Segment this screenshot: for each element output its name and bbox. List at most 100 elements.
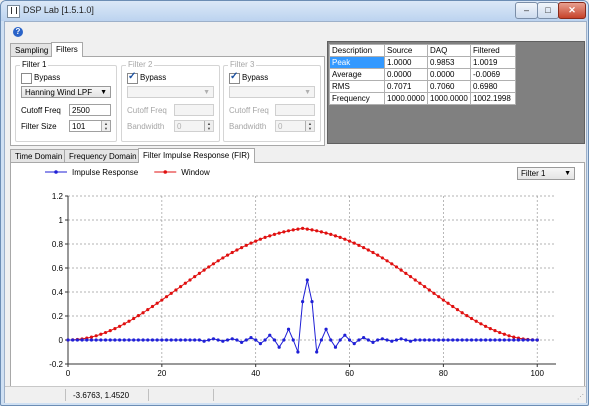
data-point xyxy=(188,338,192,342)
table-cell[interactable]: 0.0000 xyxy=(427,68,471,81)
data-point xyxy=(338,338,342,342)
filter1-size-stepper[interactable]: 101 ▲ ▼ xyxy=(69,120,111,132)
tab-time-domain[interactable]: Time Domain xyxy=(10,149,68,163)
data-point xyxy=(338,235,342,239)
table-row[interactable]: RMS 0.7071 0.7060 0.6980 xyxy=(329,80,516,93)
tab-filter-impulse-response[interactable]: Filter Impulse Response (FIR) xyxy=(138,148,255,163)
table-cell[interactable]: 1.0019 xyxy=(470,56,516,69)
data-point xyxy=(418,281,422,285)
table-cell[interactable]: Average xyxy=(329,68,385,81)
table-cell[interactable]: 1000.0000 xyxy=(427,92,471,105)
table-cell[interactable]: 0.7060 xyxy=(427,80,471,93)
filter2-type-select[interactable]: ▼ xyxy=(127,86,214,98)
legend-label: Window xyxy=(181,168,210,177)
filter3-bandwidth-value: 0 xyxy=(278,122,283,131)
data-point xyxy=(160,298,164,302)
table-cell[interactable]: 0.9853 xyxy=(427,56,471,69)
x-tick-label: 80 xyxy=(439,369,448,378)
filter3-bypass-checkbox[interactable] xyxy=(229,71,240,84)
data-point xyxy=(202,268,206,272)
data-point xyxy=(329,232,333,236)
stats-table[interactable]: Description Source DAQ Filtered Peak 1.0… xyxy=(329,44,516,105)
table-row[interactable]: Frequency 1000.0000 1000.0000 1002.1998 xyxy=(329,92,516,105)
data-point xyxy=(75,338,79,342)
tab-frequency-domain[interactable]: Frequency Domain xyxy=(64,149,142,163)
data-point xyxy=(202,339,206,343)
data-point xyxy=(282,230,286,234)
data-point xyxy=(94,338,98,342)
spin-arrows-icon[interactable]: ▲ ▼ xyxy=(305,121,314,131)
table-cell[interactable]: 1.0000 xyxy=(384,56,428,69)
data-point xyxy=(305,278,309,282)
table-cell[interactable]: -0.0069 xyxy=(470,68,516,81)
filter2-cutoff-label: Cutoff Freq xyxy=(127,106,167,115)
table-row[interactable]: Average 0.0000 0.0000 -0.0069 xyxy=(329,68,516,81)
data-point xyxy=(465,314,469,318)
chart-grid xyxy=(68,195,556,364)
data-point xyxy=(193,275,197,279)
data-point xyxy=(310,228,314,232)
data-point xyxy=(484,338,488,342)
data-point xyxy=(164,295,169,299)
impulse-response-chart[interactable]: 0 20 40 60 80 100-0.200.20.40.60.811.2 Impuls… xyxy=(11,163,584,387)
client-area: ? Sampling Filters Filter 1 Bypass Hanni… xyxy=(4,21,587,403)
data-point xyxy=(333,345,338,349)
filter2-bypass-checkbox[interactable] xyxy=(127,71,138,84)
data-point xyxy=(347,338,352,342)
data-point xyxy=(155,338,159,342)
table-cell[interactable]: 0.7071 xyxy=(384,80,428,93)
minimize-button[interactable]: – xyxy=(515,2,538,19)
table-cell[interactable]: Frequency xyxy=(329,92,385,105)
y-tick-label: 0.2 xyxy=(52,312,64,321)
filter2-bandwidth-stepper[interactable]: 0 ▲ ▼ xyxy=(174,120,214,132)
table-row[interactable]: Peak 1.0000 0.9853 1.0019 xyxy=(329,56,516,69)
tab-filters[interactable]: Filters xyxy=(51,42,83,57)
table-cell[interactable]: RMS xyxy=(329,80,385,93)
filter1-cutoff-field[interactable]: 2500 xyxy=(69,104,111,116)
maximize-button[interactable]: □ xyxy=(537,2,559,19)
data-point xyxy=(66,338,70,342)
chart-filter-select[interactable]: Filter 1 ▼ xyxy=(517,167,575,180)
legend-marker xyxy=(163,170,168,174)
filter2-cutoff-field[interactable] xyxy=(174,104,214,116)
table-cell[interactable]: 1002.1998 xyxy=(470,92,516,105)
filter3-bandwidth-label: Bandwidth xyxy=(229,122,267,131)
stats-header-cell: Filtered xyxy=(470,44,516,57)
data-point xyxy=(455,308,460,312)
data-point xyxy=(385,259,389,263)
data-point xyxy=(188,278,192,282)
data-point xyxy=(211,337,216,341)
table-cell[interactable]: 0.6980 xyxy=(470,80,516,93)
data-point xyxy=(108,329,112,333)
data-point xyxy=(235,338,239,342)
filter1-bypass-checkbox[interactable] xyxy=(21,73,32,84)
data-point xyxy=(437,295,441,299)
filter3-type-select[interactable]: ▼ xyxy=(229,86,315,98)
data-point xyxy=(197,338,201,342)
title-bar[interactable]: DSP Lab [1.5.1.0] – □ ✕ xyxy=(1,1,588,21)
data-point xyxy=(376,338,380,342)
table-cell[interactable]: 1000.0000 xyxy=(384,92,428,105)
filter1-type-select[interactable]: Hanning Wind LPF ▼ xyxy=(21,86,111,98)
data-point xyxy=(258,342,262,346)
filter3-cutoff-field[interactable] xyxy=(275,104,315,116)
data-point xyxy=(446,301,450,305)
data-point xyxy=(183,281,187,285)
table-cell[interactable]: Peak xyxy=(329,56,385,69)
data-point xyxy=(469,316,474,321)
table-cell[interactable]: 0.0000 xyxy=(384,68,428,81)
filter3-bandwidth-stepper[interactable]: 0 ▲ ▼ xyxy=(275,120,315,132)
resize-grip-icon[interactable]: ⋰ xyxy=(577,393,584,401)
help-icon[interactable]: ? xyxy=(13,27,23,37)
close-button[interactable]: ✕ xyxy=(558,2,586,19)
data-point xyxy=(155,301,159,305)
data-point xyxy=(160,338,164,342)
data-point xyxy=(479,322,483,326)
data-point xyxy=(371,340,375,344)
data-point xyxy=(108,338,112,342)
spin-arrows-icon[interactable]: ▲ ▼ xyxy=(101,121,110,131)
tab-sampling[interactable]: Sampling xyxy=(10,43,54,57)
data-point xyxy=(427,338,431,342)
spin-arrows-icon[interactable]: ▲ ▼ xyxy=(204,121,213,131)
data-point xyxy=(113,327,117,331)
